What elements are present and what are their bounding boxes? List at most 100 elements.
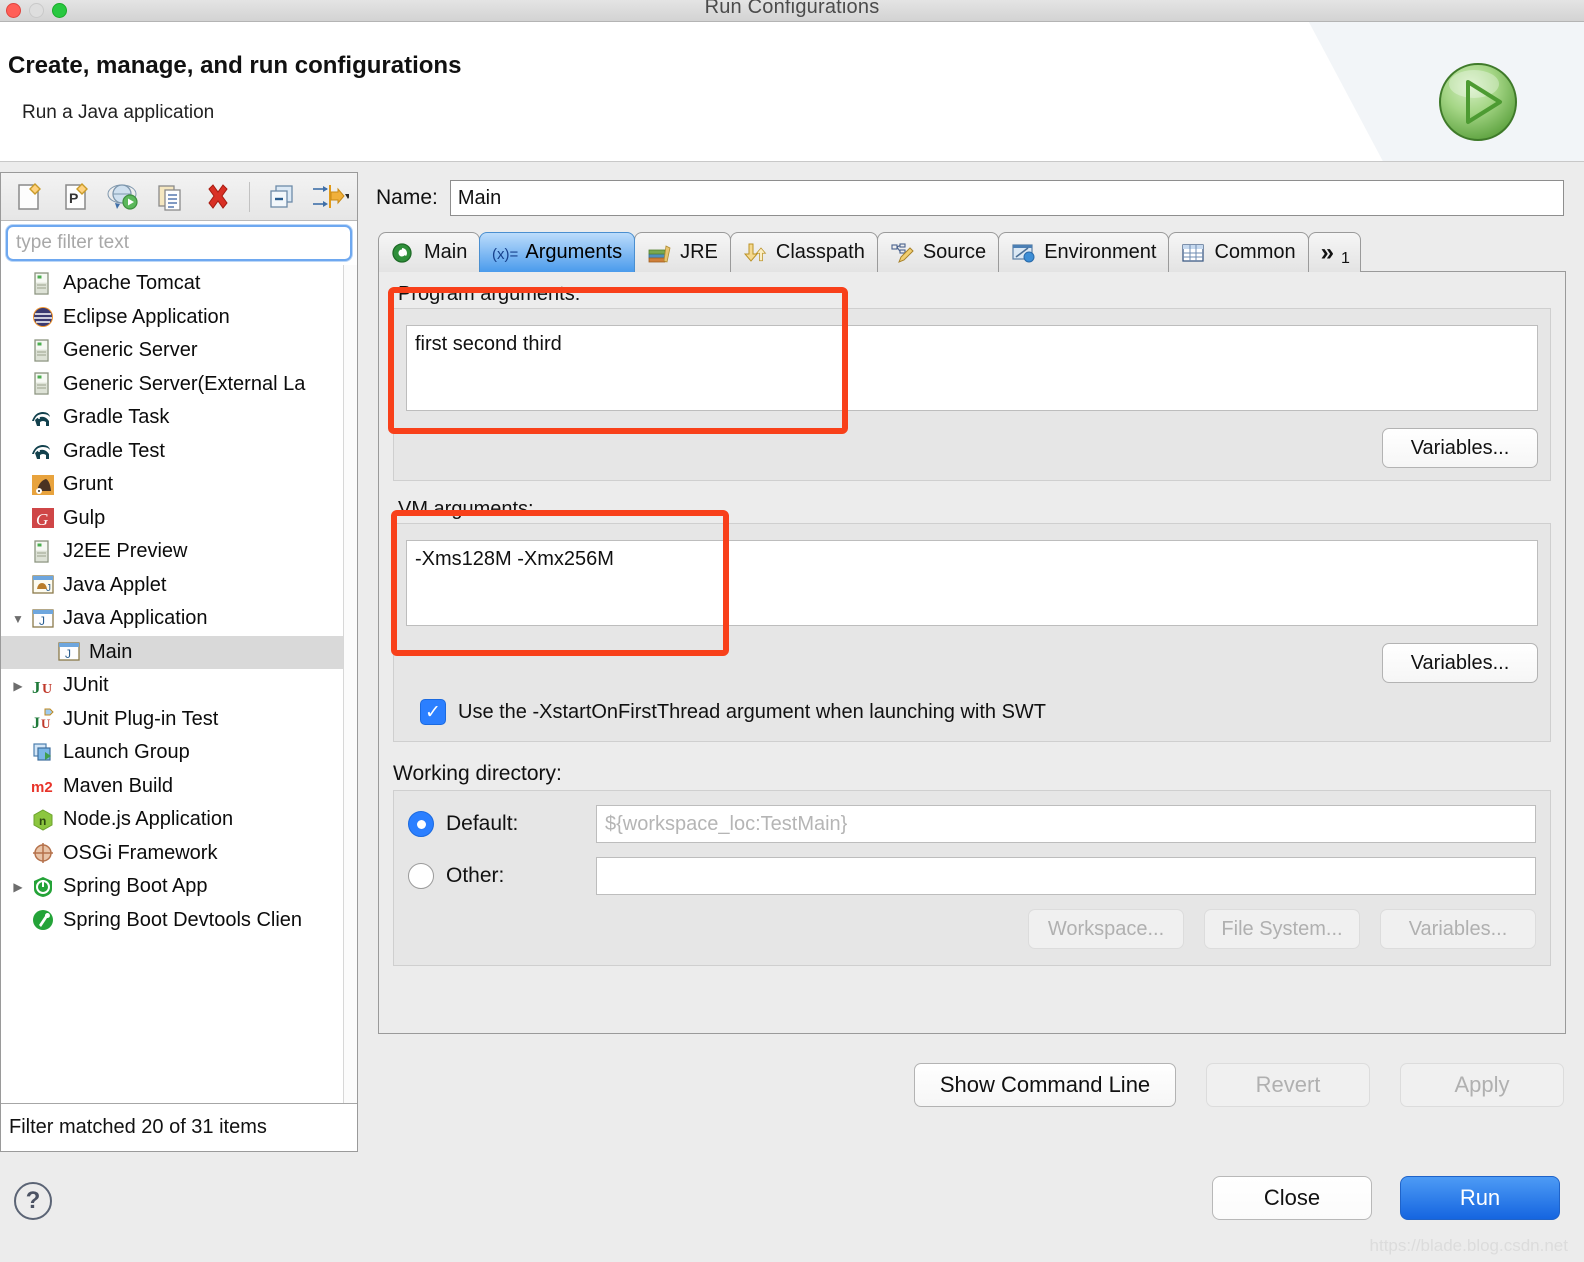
- launch-group-icon: [31, 741, 57, 765]
- tree-item-junit-plug-in-test[interactable]: J U JUnit Plug-in Test: [1, 703, 357, 737]
- tree-item-label: Node.js Application: [63, 808, 234, 831]
- working-directory-variables-button[interactable]: Variables...: [1380, 909, 1536, 949]
- other-radio[interactable]: [408, 863, 434, 889]
- search-input[interactable]: [6, 225, 352, 261]
- configurations-tree[interactable]: Apache Tomcat Eclipse Application Generic …: [1, 265, 357, 1103]
- tree-item-apache-tomcat[interactable]: Apache Tomcat: [1, 267, 357, 301]
- expand-arrow-icon[interactable]: ▼: [5, 612, 31, 626]
- arguments-xy-icon: (x)=: [492, 242, 518, 264]
- default-radio[interactable]: [408, 811, 434, 837]
- tree-item-eclipse-application[interactable]: Eclipse Application: [1, 301, 357, 335]
- tree-item-junit[interactable]: ▶ J U JUnit: [1, 669, 357, 703]
- tab-main[interactable]: Main: [378, 232, 481, 272]
- revert-button[interactable]: Revert: [1206, 1063, 1370, 1107]
- vm-arguments-buttons: Variables...: [406, 643, 1538, 683]
- footer-buttons: Close Run: [1212, 1176, 1560, 1220]
- tree-item-spring-boot-devtools-clien[interactable]: Spring Boot Devtools Clien: [1, 904, 357, 938]
- configuration-editor: Name: Main (x)=: [366, 172, 1574, 1152]
- tab-overflow-button[interactable]: » 1: [1307, 232, 1361, 272]
- page-title: Create, manage, and run configurations: [8, 52, 462, 79]
- delete-icon[interactable]: [196, 177, 239, 217]
- swt-checkbox-row[interactable]: ✓ Use the -XstartOnFirstThread argument …: [406, 683, 1538, 729]
- java-app-icon: J: [31, 607, 57, 631]
- toolbar-divider: [249, 181, 251, 212]
- tab-label: Source: [922, 241, 987, 263]
- filter-icon[interactable]: [308, 177, 351, 217]
- default-label: Default:: [446, 812, 519, 835]
- gradle-icon: [31, 406, 57, 430]
- tree-item-osgi-framework[interactable]: OSGi Framework: [1, 837, 357, 871]
- working-directory-default-row[interactable]: Default:: [408, 805, 1536, 843]
- tree-item-generic-server-external-la[interactable]: Generic Server(External La: [1, 368, 357, 402]
- program-variables-button[interactable]: Variables...: [1382, 428, 1538, 468]
- other-directory-input[interactable]: [596, 857, 1536, 895]
- tab-label: Classpath: [775, 241, 865, 263]
- tree-item-java-application[interactable]: ▼ J Java Application: [1, 602, 357, 636]
- new-prototype-icon[interactable]: P: [54, 177, 97, 217]
- collapse-all-icon[interactable]: [260, 177, 303, 217]
- tree-item-label: OSGi Framework: [63, 841, 218, 864]
- tree-item-spring-boot-app[interactable]: ▶ Spring Boot App: [1, 870, 357, 904]
- new-configuration-icon[interactable]: [7, 177, 50, 217]
- close-button[interactable]: Close: [1212, 1176, 1372, 1220]
- tree-item-label: JUnit Plug-in Test: [63, 707, 219, 730]
- run-button[interactable]: Run: [1400, 1176, 1560, 1220]
- green-run-play-icon: [1434, 58, 1522, 146]
- server-icon: [31, 540, 57, 564]
- swt-checkbox-label: Use the -XstartOnFirstThread argument wh…: [458, 700, 1047, 723]
- tree-item-generic-server[interactable]: Generic Server: [1, 334, 357, 368]
- show-command-line-button[interactable]: Show Command Line: [914, 1063, 1176, 1107]
- dialog-body: P type filter text Apache Tomcat Eclipse…: [0, 162, 1584, 1162]
- tree-item-gradle-task[interactable]: Gradle Task: [1, 401, 357, 435]
- tree-item-label: Apache Tomcat: [63, 272, 201, 295]
- collapse-arrow-icon[interactable]: ▶: [5, 679, 31, 693]
- duplicate-icon[interactable]: [149, 177, 192, 217]
- tab-source[interactable]: Source: [876, 232, 1000, 272]
- tab-classpath[interactable]: Classpath: [729, 232, 878, 272]
- workspace-button[interactable]: Workspace...: [1028, 909, 1184, 949]
- swt-checkbox[interactable]: ✓: [420, 699, 446, 725]
- filter-status-text: Filter matched 20 of 31 items: [1, 1103, 357, 1151]
- question-mark-icon[interactable]: ?: [14, 1182, 52, 1220]
- tree-item-main[interactable]: J Main: [1, 635, 357, 669]
- tab-environment[interactable]: Environment: [998, 232, 1170, 272]
- tree-item-java-applet[interactable]: J Java Applet: [1, 569, 357, 603]
- apply-button[interactable]: Apply: [1400, 1063, 1564, 1107]
- program-arguments-label: Program arguments:: [398, 283, 581, 305]
- tab-jre[interactable]: JRE: [634, 232, 731, 272]
- program-arguments-input[interactable]: [406, 325, 1538, 411]
- working-directory-other-row[interactable]: Other:: [408, 857, 1536, 895]
- tree-item-maven-build[interactable]: m2 Maven Build: [1, 770, 357, 804]
- tree-item-label: Java Application: [63, 607, 208, 630]
- tree-item-j2ee-preview[interactable]: J2EE Preview: [1, 535, 357, 569]
- svg-text:J: J: [32, 678, 41, 697]
- file-system-button[interactable]: File System...: [1204, 909, 1360, 949]
- name-row: Name:: [366, 172, 1574, 216]
- vm-variables-button[interactable]: Variables...: [1382, 643, 1538, 683]
- tree-item-gradle-test[interactable]: Gradle Test: [1, 435, 357, 469]
- tree-item-node-js-application[interactable]: n Node.js Application: [1, 803, 357, 837]
- tree-scrollbar[interactable]: [343, 265, 357, 1103]
- tree-item-label: Launch Group: [63, 741, 190, 764]
- configuration-name-input[interactable]: [449, 180, 1564, 216]
- tab-label: Arguments: [525, 241, 623, 263]
- tree-item-label: Gulp: [63, 506, 106, 529]
- export-configuration-icon[interactable]: [102, 177, 145, 217]
- tab-arguments[interactable]: (x)= Arguments: [479, 232, 636, 272]
- vm-arguments-label: VM arguments:: [398, 498, 534, 520]
- vm-arguments-input[interactable]: [406, 540, 1538, 626]
- spring-devtools-icon: [31, 908, 57, 932]
- watermark-text: https://blade.blog.csdn.net: [1369, 1236, 1568, 1255]
- svg-text:J: J: [65, 647, 71, 661]
- junit-icon: JU: [31, 674, 57, 698]
- tree-item-grunt[interactable]: Grunt: [1, 468, 357, 502]
- svg-text:G: G: [36, 510, 48, 529]
- tree-item-gulp[interactable]: G Gulp: [1, 502, 357, 536]
- svg-text:n: n: [39, 814, 46, 828]
- collapse-arrow-icon[interactable]: ▶: [5, 880, 31, 894]
- tree-item-launch-group[interactable]: Launch Group: [1, 736, 357, 770]
- tab-common[interactable]: Common: [1168, 232, 1309, 272]
- server-icon: [31, 272, 57, 296]
- default-directory-input[interactable]: [596, 805, 1536, 843]
- source-pencil-icon: [890, 242, 916, 264]
